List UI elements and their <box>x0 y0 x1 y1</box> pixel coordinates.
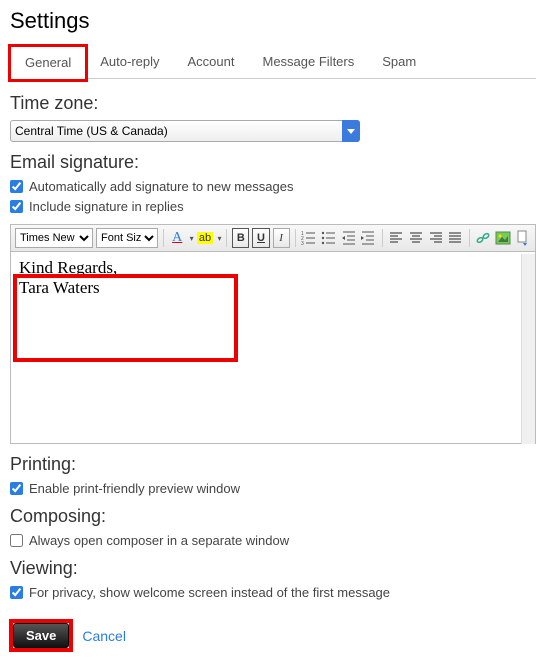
numbered-list-button[interactable]: 123 <box>301 228 318 248</box>
align-justify-button[interactable] <box>447 228 464 248</box>
align-right-button[interactable] <box>427 228 444 248</box>
privacy-welcome-label: For privacy, show welcome screen instead… <box>29 585 390 600</box>
composing-section-label: Composing: <box>10 506 536 527</box>
align-left-button[interactable] <box>388 228 405 248</box>
underline-button[interactable]: U <box>252 228 269 248</box>
bullet-list-button[interactable] <box>320 228 337 248</box>
editor-scrollbar[interactable] <box>521 254 535 444</box>
chevron-down-icon[interactable]: ▾ <box>190 234 194 243</box>
tab-filters[interactable]: Message Filters <box>248 46 368 78</box>
tab-autoreply[interactable]: Auto-reply <box>86 46 173 78</box>
outdent-button[interactable] <box>340 228 357 248</box>
cancel-link[interactable]: Cancel <box>82 628 126 644</box>
font-family-select[interactable]: Times New R <box>15 228 93 248</box>
signature-editor: Times New R Font Size A ▾ ab ▾ B U I 123 <box>10 224 536 444</box>
timezone-section-label: Time zone: <box>10 93 536 114</box>
signature-line1: Kind Regards, <box>19 258 527 278</box>
chevron-down-icon[interactable]: ▾ <box>217 234 221 243</box>
highlight-color-button[interactable]: ab <box>197 228 214 248</box>
print-preview-label: Enable print-friendly preview window <box>29 481 240 496</box>
svg-text:3: 3 <box>301 241 304 246</box>
insert-image-button[interactable] <box>494 228 511 248</box>
editor-toolbar: Times New R Font Size A ▾ ab ▾ B U I 123 <box>10 224 536 252</box>
signature-line2: Tara Waters <box>19 278 527 298</box>
tab-account[interactable]: Account <box>174 46 249 78</box>
text-color-button[interactable]: A <box>169 228 186 248</box>
auto-add-signature-label: Automatically add signature to new messa… <box>29 179 293 194</box>
tab-spam[interactable]: Spam <box>368 46 430 78</box>
indent-button[interactable] <box>360 228 377 248</box>
italic-button[interactable]: I <box>273 228 290 248</box>
bold-button[interactable]: B <box>232 228 249 248</box>
font-size-select[interactable]: Font Size <box>96 228 158 248</box>
auto-add-signature-checkbox[interactable] <box>10 180 23 193</box>
separate-window-checkbox[interactable] <box>10 534 23 547</box>
tab-general[interactable]: General <box>10 46 86 79</box>
insert-link-button[interactable] <box>475 228 492 248</box>
signature-section-label: Email signature: <box>10 152 536 173</box>
settings-tabs: General Auto-reply Account Message Filte… <box>10 46 536 79</box>
include-replies-checkbox[interactable] <box>10 200 23 213</box>
insert-file-button[interactable] <box>514 228 531 248</box>
tab-label: General <box>25 55 71 70</box>
viewing-section-label: Viewing: <box>10 558 536 579</box>
printing-section-label: Printing: <box>10 454 536 475</box>
include-replies-label: Include signature in replies <box>29 199 184 214</box>
save-button[interactable]: Save <box>13 623 69 648</box>
privacy-welcome-checkbox[interactable] <box>10 586 23 599</box>
page-title: Settings <box>10 8 536 34</box>
print-preview-checkbox[interactable] <box>10 482 23 495</box>
signature-textarea[interactable]: Kind Regards, Tara Waters <box>10 252 536 444</box>
align-center-button[interactable] <box>407 228 424 248</box>
separate-window-label: Always open composer in a separate windo… <box>29 533 289 548</box>
timezone-select[interactable]: Central Time (US & Canada) <box>10 120 360 142</box>
